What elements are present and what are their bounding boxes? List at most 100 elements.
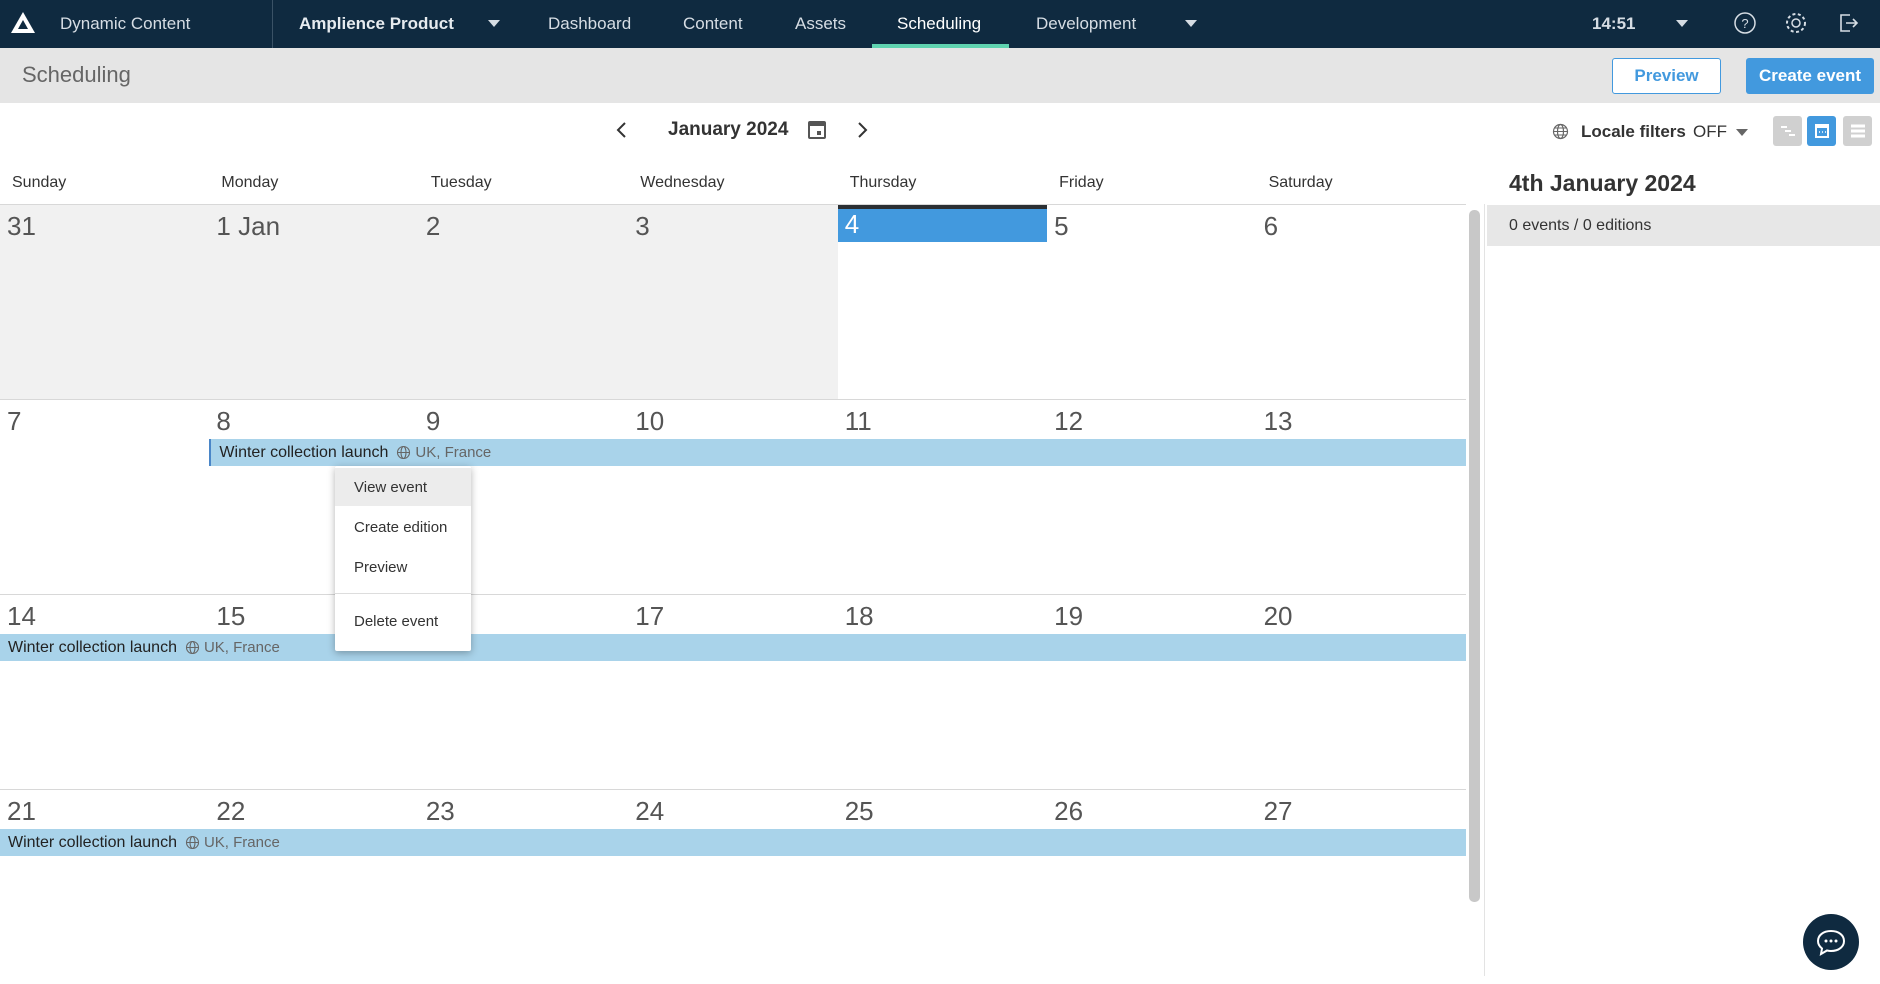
clock: 14:51: [1592, 14, 1636, 33]
weekday-friday: Friday: [1059, 174, 1104, 191]
day-cell[interactable]: 1 Jan: [209, 204, 419, 399]
preview-button[interactable]: Preview: [1612, 58, 1721, 94]
menu-item-preview[interactable]: Preview: [335, 548, 471, 586]
calendar-icon: [1814, 124, 1829, 138]
menu-item-delete-event[interactable]: Delete event: [335, 602, 471, 640]
weekday-wednesday: Wednesday: [640, 174, 725, 191]
weekday-sunday: Sunday: [12, 174, 67, 191]
globe-icon: [397, 445, 411, 460]
day-cell[interactable]: 5: [1047, 204, 1257, 399]
day-cell[interactable]: 18: [837, 594, 1048, 789]
day-cell[interactable]: 23: [418, 789, 629, 984]
day-cell[interactable]: 13: [1256, 399, 1466, 594]
day-number: 20: [1263, 601, 1293, 631]
logout-icon[interactable]: [1836, 11, 1860, 35]
next-month-icon[interactable]: [854, 120, 870, 140]
nav-divider: [272, 0, 273, 48]
calendar-picker-icon[interactable]: [806, 118, 828, 140]
weekday-saturday: Saturday: [1268, 174, 1333, 191]
day-cell[interactable]: 3: [628, 204, 838, 399]
previous-month-icon[interactable]: [614, 120, 630, 140]
day-number: 11: [844, 406, 872, 436]
calendar-scrollbar[interactable]: [1469, 210, 1480, 902]
day-cell[interactable]: 7: [0, 399, 210, 594]
day-cell[interactable]: 6: [1256, 204, 1466, 399]
event-title: Winter collection launch: [219, 443, 389, 461]
day-cell[interactable]: 14: [0, 594, 210, 789]
event-bar[interactable]: Winter collection launch UK, France: [0, 829, 1466, 856]
event-locales: UK, France: [185, 834, 280, 851]
nav-development[interactable]: Development: [1036, 14, 1136, 34]
day-number: 24: [635, 796, 665, 826]
day-number: 26: [1054, 796, 1084, 826]
event-bar[interactable]: Winter collection launch UK, France: [0, 634, 1466, 661]
timeline-icon: [1780, 126, 1795, 136]
locale-filters-caret-icon[interactable]: [1736, 129, 1748, 136]
weekday-thursday: Thursday: [849, 174, 917, 191]
day-cell[interactable]: 31: [0, 204, 210, 399]
event-locales: UK, France: [185, 639, 280, 656]
day-cell[interactable]: 27: [1256, 789, 1466, 984]
day-number: 25: [844, 796, 874, 826]
event-locales-text: UK, France: [203, 639, 280, 656]
locale-filters-value[interactable]: OFF: [1693, 122, 1727, 142]
help-icon[interactable]: ?: [1733, 11, 1757, 35]
list-view-button[interactable]: [1843, 116, 1872, 146]
day-number: 1 Jan: [216, 211, 281, 241]
nav-scheduling[interactable]: Scheduling: [897, 14, 981, 34]
settings-gear-icon[interactable]: [1784, 11, 1808, 35]
hub-selector[interactable]: Amplience Product: [299, 14, 454, 34]
globe-icon: [1552, 123, 1569, 140]
chat-button[interactable]: [1803, 914, 1859, 970]
weekday-tuesday: Tuesday: [430, 174, 492, 191]
events-summary: 0 events / 0 editions: [1487, 205, 1880, 246]
day-cell[interactable]: 24: [628, 789, 838, 984]
menu-item-create-edition[interactable]: Create edition: [335, 508, 471, 546]
day-cell[interactable]: 20: [1256, 594, 1466, 789]
day-cell[interactable]: 22: [209, 789, 419, 984]
day-cell[interactable]: 4: [837, 204, 1048, 399]
event-locales-text: UK, France: [203, 834, 280, 851]
list-icon: [1850, 124, 1865, 138]
day-number: 18: [844, 601, 874, 631]
nav-dashboard[interactable]: Dashboard: [548, 14, 631, 34]
event-locales-text: UK, France: [415, 444, 492, 461]
day-number: 23: [425, 796, 455, 826]
development-caret-icon[interactable]: [1185, 20, 1197, 27]
event-locales: UK, France: [396, 444, 491, 461]
day-cell[interactable]: 26: [1047, 789, 1257, 984]
chat-bubble-icon: [1816, 929, 1846, 956]
day-number: 14: [7, 601, 36, 631]
day-cell[interactable]: 21: [0, 789, 210, 984]
calendar-view-button[interactable]: [1807, 116, 1836, 146]
nav-content[interactable]: Content: [683, 14, 743, 34]
day-number: 7: [7, 406, 22, 436]
nav-assets[interactable]: Assets: [795, 14, 846, 34]
locale-filters-label: Locale filters: [1581, 122, 1686, 141]
clock-caret-icon[interactable]: [1676, 20, 1688, 27]
day-cell[interactable]: 25: [837, 789, 1048, 984]
day-cell[interactable]: 2: [418, 204, 629, 399]
event-bar[interactable]: Winter collection launch UK, France: [209, 439, 1466, 466]
day-number: 19: [1054, 601, 1084, 631]
globe-icon: [185, 640, 200, 655]
menu-divider: [335, 593, 471, 594]
day-cell[interactable]: 10: [628, 399, 838, 594]
day-number: 17: [635, 601, 665, 631]
event-title: Winter collection launch: [8, 833, 177, 851]
day-cell[interactable]: 19: [1047, 594, 1257, 789]
day-number: 5: [1054, 211, 1069, 241]
day-cell[interactable]: 12: [1047, 399, 1257, 594]
day-cell[interactable]: 11: [837, 399, 1048, 594]
day-cell[interactable]: 17: [628, 594, 838, 789]
day-number: 4: [844, 209, 860, 239]
hub-caret-icon[interactable]: [488, 20, 500, 27]
day-number: 21: [7, 796, 36, 826]
timeline-view-button[interactable]: [1773, 116, 1802, 146]
day-number: 27: [1263, 796, 1293, 826]
create-event-button[interactable]: Create event: [1746, 58, 1874, 94]
day-number: 3: [635, 211, 650, 241]
day-number: 31: [7, 211, 36, 241]
day-number: 6: [1263, 211, 1279, 241]
menu-item-view-event[interactable]: View event: [335, 468, 471, 506]
